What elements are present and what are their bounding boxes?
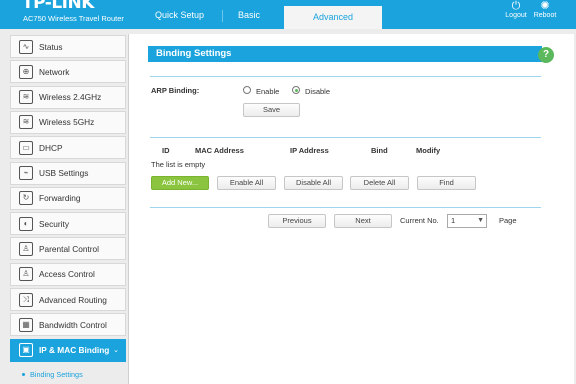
status-icon: ∿ xyxy=(19,39,33,54)
disable-all-button[interactable]: Disable All xyxy=(284,176,343,190)
col-id: ID xyxy=(162,146,170,155)
empty-list-text: The list is empty xyxy=(151,160,206,169)
divider xyxy=(150,207,541,208)
sidebar-item-bandwidth-control[interactable]: ▦ Bandwidth Control xyxy=(10,313,126,337)
access-control-icon: ♙ xyxy=(19,267,33,282)
tab-quick-setup[interactable]: Quick Setup xyxy=(155,10,204,20)
add-new-button[interactable]: Add New... xyxy=(151,176,209,190)
sidebar-item-label: Advanced Routing xyxy=(39,294,107,305)
sidebar-item-access-control[interactable]: ♙ Access Control xyxy=(10,262,126,286)
wireless-icon: ≋ xyxy=(19,90,33,105)
model-name: AC750 Wireless Travel Router xyxy=(23,14,124,23)
sidebar-item-dhcp[interactable]: ▭ DHCP xyxy=(10,136,126,160)
wireless-icon: ≋ xyxy=(19,115,33,130)
divider xyxy=(150,76,541,77)
sidebar-item-label: Status xyxy=(39,41,63,52)
chevron-down-icon: ▼ xyxy=(477,217,484,224)
security-icon: ◐ xyxy=(19,216,33,231)
logout-label: Logout xyxy=(505,12,527,19)
nav-divider xyxy=(222,10,223,22)
sidebar-item-usb-settings[interactable]: ⌁ USB Settings xyxy=(10,161,126,185)
sidebar-item-network[interactable]: ⊕ Network xyxy=(10,60,126,84)
top-header: TP-LINK AC750 Wireless Travel Router Qui… xyxy=(0,0,576,29)
sidebar-item-label: Network xyxy=(39,66,70,77)
sidebar-item-wireless-2-4ghz[interactable]: ≋ Wireless 2.4GHz xyxy=(10,85,126,109)
bandwidth-icon: ▦ xyxy=(19,317,33,332)
sidebar-subitem-binding-settings[interactable]: Binding Settings xyxy=(30,370,83,379)
sidebar-item-label: Parental Control xyxy=(39,243,99,254)
find-button[interactable]: Find xyxy=(417,176,476,190)
arp-disable-radio[interactable] xyxy=(292,86,300,94)
reboot-button[interactable]: ✺ Reboot xyxy=(532,0,558,19)
logout-button[interactable]: ⏻ Logout xyxy=(504,0,528,19)
dhcp-icon: ▭ xyxy=(19,140,33,155)
sidebar-item-advanced-routing[interactable]: ⤨ Advanced Routing xyxy=(10,288,126,311)
sidebar-item-ip-mac-binding[interactable]: ▣ IP & MAC Binding ⌄ xyxy=(10,338,126,362)
sidebar-item-label: Access Control xyxy=(39,269,95,280)
sidebar-item-label: Security xyxy=(39,218,69,229)
tab-basic[interactable]: Basic xyxy=(238,10,260,20)
arp-disable-label: Disable xyxy=(305,87,331,96)
col-modify: Modify xyxy=(416,146,441,155)
forwarding-icon: ↻ xyxy=(19,191,33,206)
col-bind: Bind xyxy=(371,146,388,155)
brand-logo: TP-LINK xyxy=(22,0,94,13)
current-no-label: Current No. xyxy=(400,216,439,225)
sidebar-item-label: IP & MAC Binding xyxy=(39,345,110,356)
sidebar-item-label: USB Settings xyxy=(39,168,89,178)
col-mac-address: MAC Address xyxy=(195,146,244,155)
next-button[interactable]: Next xyxy=(334,214,392,228)
help-icon[interactable]: ? xyxy=(538,47,554,63)
reboot-label: Reboot xyxy=(533,12,557,19)
sidebar-item-status[interactable]: ∿ Status xyxy=(10,35,126,58)
bullet-icon xyxy=(22,373,25,376)
sidebar-item-label: Bandwidth Control xyxy=(39,319,107,330)
usb-icon: ⌁ xyxy=(19,166,33,180)
sidebar-item-security[interactable]: ◐ Security xyxy=(10,212,126,236)
arp-enable-radio[interactable] xyxy=(243,86,251,94)
sidebar-item-parental-control[interactable]: ♙ Parental Control xyxy=(10,237,126,261)
save-button[interactable]: Save xyxy=(243,103,300,117)
network-icon: ⊕ xyxy=(19,64,33,79)
previous-button[interactable]: Previous xyxy=(268,214,326,228)
sidebar-item-label: Forwarding xyxy=(39,193,81,204)
enable-all-button[interactable]: Enable All xyxy=(217,176,276,190)
sidebar-item-label: DHCP xyxy=(39,142,63,153)
routing-icon: ⤨ xyxy=(19,292,33,307)
sidebar-item-label: Wireless 5GHz xyxy=(39,117,95,128)
arp-enable-label: Enable xyxy=(256,87,280,96)
power-icon: ⏻ xyxy=(511,0,521,12)
page-select-value: 1 xyxy=(451,216,456,225)
parental-control-icon: ♙ xyxy=(19,241,33,256)
divider xyxy=(150,137,541,138)
section-title: Binding Settings xyxy=(148,46,542,62)
sidebar-item-forwarding[interactable]: ↻ Forwarding xyxy=(10,186,126,210)
col-ip-address: IP Address xyxy=(290,146,329,155)
arp-binding-label: ARP Binding: xyxy=(151,86,200,95)
tab-advanced[interactable]: Advanced xyxy=(284,6,382,29)
sidebar-item-label: Wireless 2.4GHz xyxy=(39,92,102,103)
page-label: Page xyxy=(499,216,517,225)
page-select[interactable]: 1 ▼ xyxy=(447,214,487,228)
delete-all-button[interactable]: Delete All xyxy=(350,176,409,190)
sidebar-item-wireless-5ghz[interactable]: ≋ Wireless 5GHz xyxy=(10,110,126,134)
binding-icon: ▣ xyxy=(19,343,33,358)
reboot-icon: ✺ xyxy=(540,0,550,12)
chevron-down-icon: ⌄ xyxy=(113,347,119,355)
